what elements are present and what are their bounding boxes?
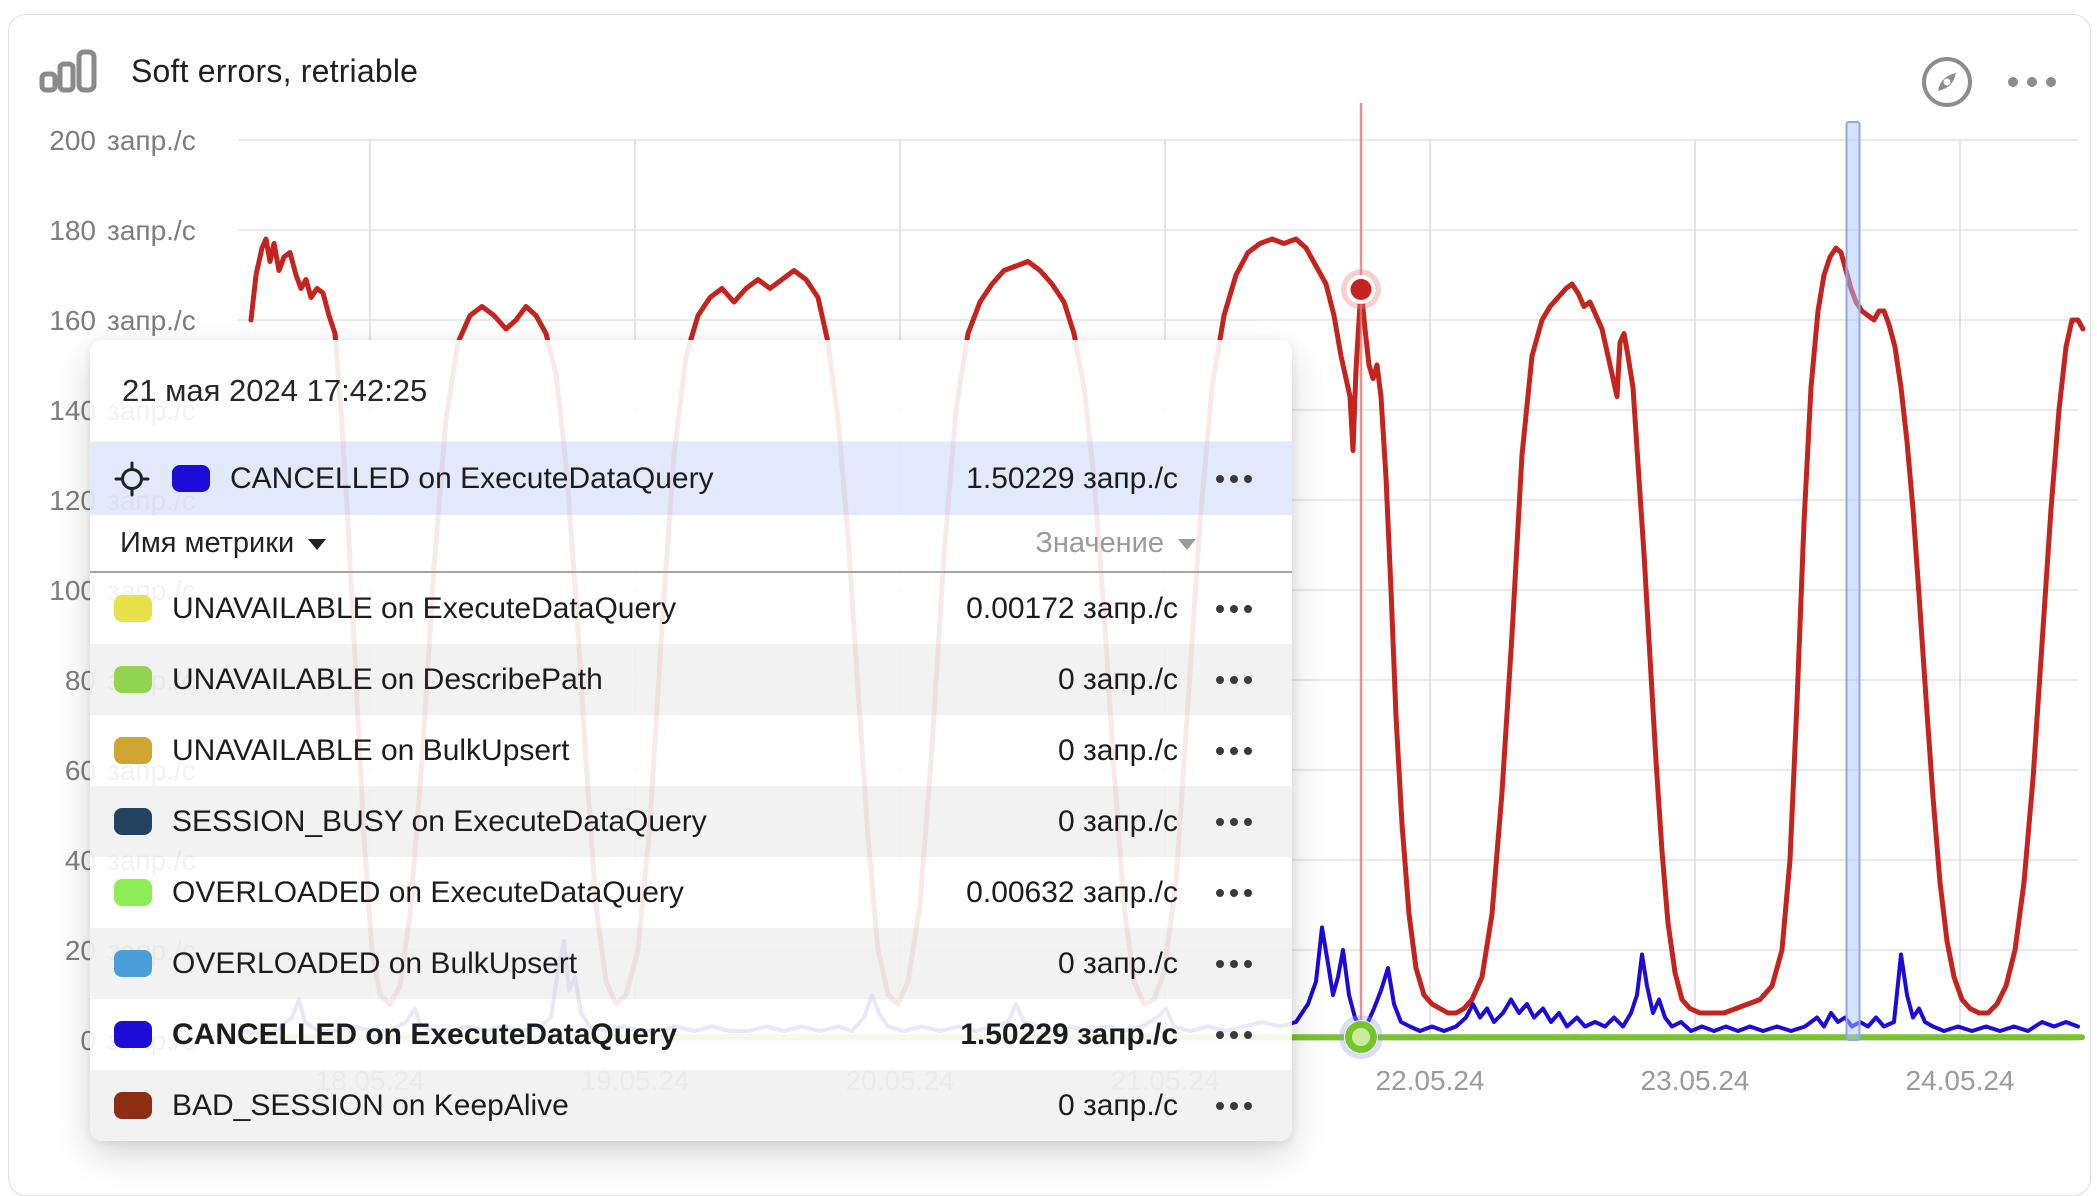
legend-row-value: 0 запр./с	[1058, 805, 1178, 839]
sort-down-icon	[308, 539, 326, 550]
row-menu-button[interactable]	[1192, 960, 1276, 968]
legend-row-value: 0.00172 запр./с	[966, 592, 1178, 626]
legend-row[interactable]: OVERLOADED on ExecuteDataQuery 0.00632 з…	[90, 857, 1292, 928]
crosshair-icon	[114, 461, 150, 497]
row-menu-button[interactable]	[1192, 889, 1276, 897]
tooltip-timestamp: 21 мая 2024 17:42:25	[90, 340, 1292, 442]
legend-row-label: SESSION_BUSY on ExecuteDataQuery	[172, 805, 1058, 839]
legend-row-value: 0 запр./с	[1058, 734, 1178, 768]
legend-row-label: OVERLOADED on BulkUpsert	[172, 947, 1058, 981]
row-menu-button[interactable]	[1192, 475, 1276, 483]
series-color-swatch	[114, 666, 152, 693]
y-axis-unit-label: запр./с	[107, 215, 196, 246]
x-axis-tick-label: 22.05.24	[1376, 1065, 1485, 1096]
legend-row[interactable]: UNAVAILABLE on BulkUpsert 0 запр./с	[90, 715, 1292, 786]
y-axis-tick-label: 100	[49, 575, 96, 606]
row-menu-button[interactable]	[1192, 1031, 1276, 1039]
y-axis-tick-label: 120	[49, 485, 96, 516]
series-color-swatch	[114, 1021, 152, 1048]
legend-row[interactable]: UNAVAILABLE on DescribePath 0 запр./с	[90, 644, 1292, 715]
legend-row-label: OVERLOADED on ExecuteDataQuery	[172, 876, 966, 910]
hover-marker-green	[1349, 1025, 1374, 1050]
legend-row-value: 1.50229 запр./с	[966, 462, 1178, 496]
compass-icon	[1920, 55, 1974, 109]
legend-row[interactable]: SESSION_BUSY on ExecuteDataQuery 0 запр.…	[90, 786, 1292, 857]
panel-actions	[1920, 55, 2056, 109]
y-axis-unit-label: запр./с	[107, 305, 196, 336]
legend-row-label: UNAVAILABLE on DescribePath	[172, 663, 1058, 697]
more-icon	[2008, 77, 2056, 87]
panel-title: Soft errors, retriable	[131, 53, 418, 90]
legend-row-label: UNAVAILABLE on ExecuteDataQuery	[172, 592, 966, 626]
series-color-swatch	[114, 737, 152, 764]
x-axis-tick-label: 24.05.24	[1906, 1065, 2015, 1096]
series-color-swatch	[114, 950, 152, 977]
legend-row-label: UNAVAILABLE on BulkUpsert	[172, 734, 1058, 768]
explore-button[interactable]	[1920, 55, 1974, 109]
sort-down-icon	[1178, 539, 1196, 550]
series-color-swatch	[172, 465, 210, 492]
row-menu-button[interactable]	[1192, 676, 1276, 684]
y-axis-tick-label: 180	[49, 215, 96, 246]
tooltip-column-headers: Имя метрики Значение	[90, 515, 1292, 573]
row-menu-button[interactable]	[1192, 818, 1276, 826]
tooltip-pinned-row[interactable]: CANCELLED on ExecuteDataQuery 1.50229 за…	[90, 442, 1292, 515]
hover-marker-red	[1351, 279, 1372, 300]
series-color-swatch	[114, 808, 152, 835]
legend-row-value: 0 запр./с	[1058, 663, 1178, 697]
tooltip-rows: UNAVAILABLE on ExecuteDataQuery 0.00172 …	[90, 573, 1292, 1141]
x-axis-tick-label: 23.05.24	[1641, 1065, 1750, 1096]
legend-row-value: 1.50229 запр./с	[960, 1018, 1178, 1052]
legend-row[interactable]: UNAVAILABLE on ExecuteDataQuery 0.00172 …	[90, 573, 1292, 644]
sort-by-name-header[interactable]: Имя метрики	[120, 527, 326, 560]
series-color-swatch	[114, 879, 152, 906]
y-axis-unit-label: запр./с	[107, 125, 196, 156]
sort-by-value-header[interactable]: Значение	[1035, 527, 1196, 560]
selection-line	[1847, 122, 1860, 1040]
legend-row-label: CANCELLED on ExecuteDataQuery	[230, 462, 966, 496]
row-menu-button[interactable]	[1192, 747, 1276, 755]
series-color-swatch	[114, 595, 152, 622]
y-axis-tick-label: 140	[49, 395, 96, 426]
legend-row-value: 0.00632 запр./с	[966, 876, 1178, 910]
chart-tooltip: 21 мая 2024 17:42:25 CANCELLED on Execut…	[90, 340, 1292, 1141]
bar-chart-icon	[39, 49, 105, 93]
row-menu-button[interactable]	[1192, 605, 1276, 613]
legend-row[interactable]: OVERLOADED on BulkUpsert 0 запр./с	[90, 928, 1292, 999]
y-axis-tick-label: 200	[49, 125, 96, 156]
legend-row-value: 0 запр./с	[1058, 947, 1178, 981]
y-axis-tick-label: 160	[49, 305, 96, 336]
panel-menu-button[interactable]	[2008, 77, 2056, 87]
legend-row-label: CANCELLED on ExecuteDataQuery	[172, 1018, 960, 1052]
panel-header: Soft errors, retriable	[39, 49, 418, 93]
legend-row[interactable]: CANCELLED on ExecuteDataQuery 1.50229 за…	[90, 999, 1292, 1070]
